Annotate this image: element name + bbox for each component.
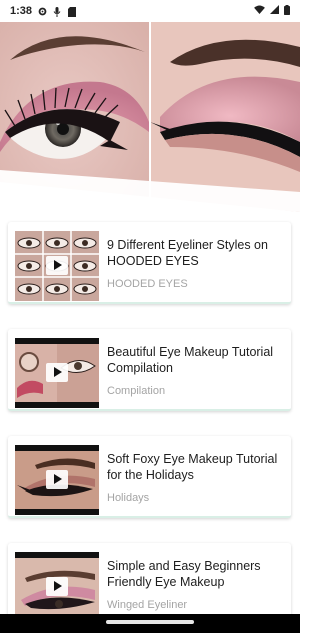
settings-icon	[38, 7, 47, 16]
video-card[interactable]: 9 Different Eyeliner Styles on HOODED EY…	[8, 222, 291, 304]
video-title: 9 Different Eyeliner Styles on HOODED EY…	[107, 238, 268, 268]
play-icon	[46, 363, 68, 382]
status-bar: 1:38	[0, 0, 300, 22]
play-icon	[46, 470, 68, 489]
microphone-icon	[53, 6, 62, 17]
video-card[interactable]: Soft Foxy Eye Makeup Tutorial for the Ho…	[8, 436, 291, 518]
video-category: Holidays	[107, 492, 150, 504]
status-time: 1:38	[10, 5, 33, 17]
video-card[interactable]: Simple and Easy Beginners Friendly Eye M…	[8, 543, 291, 625]
wifi-icon	[254, 5, 265, 17]
play-icon	[46, 577, 68, 596]
sd-card-icon	[68, 6, 77, 17]
video-thumbnail	[15, 231, 99, 301]
video-card[interactable]: Beautiful Eye Makeup Tutorial Compilatio…	[8, 329, 291, 411]
video-thumbnail	[15, 445, 99, 515]
video-thumbnail	[15, 552, 99, 622]
video-title: Beautiful Eye Makeup Tutorial Compilatio…	[107, 345, 274, 375]
play-icon	[46, 256, 68, 275]
navigation-bar	[0, 614, 300, 633]
battery-icon	[284, 4, 290, 18]
header-banner	[0, 22, 300, 212]
signal-icon	[270, 5, 279, 17]
home-gesture-handle[interactable]	[106, 620, 194, 624]
video-category: Compilation	[107, 385, 166, 397]
video-title: Simple and Easy Beginners Friendly Eye M…	[107, 559, 261, 589]
video-category: Winged Eyeliner	[107, 599, 188, 611]
video-thumbnail	[15, 338, 99, 408]
video-title: Soft Foxy Eye Makeup Tutorial for the Ho…	[107, 452, 278, 482]
eye-makeup-header-photo	[0, 22, 300, 212]
video-category: HOODED EYES	[107, 278, 188, 290]
